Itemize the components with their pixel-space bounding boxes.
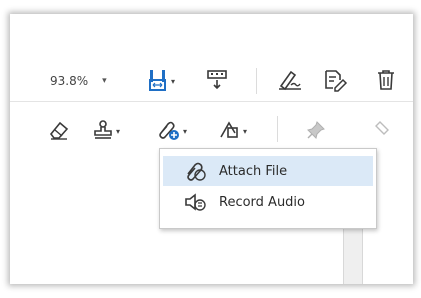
chevron-down-icon: ▾ — [171, 76, 176, 86]
chevron-down-icon: ▾ — [102, 76, 107, 86]
page-layout-button[interactable]: ▾ — [147, 66, 175, 94]
pin-button[interactable] — [305, 116, 327, 144]
pushpin-icon — [307, 121, 325, 139]
paperclip-icon — [183, 160, 213, 182]
app-window: 93.8% ▾ ▾ ▾ ▾ ▾ Attach File Record Audio — [10, 14, 413, 284]
toolbar-row-divider — [10, 101, 413, 102]
pen-sign-icon — [279, 70, 301, 91]
chevron-down-icon: ▾ — [116, 126, 121, 136]
attach-button[interactable]: ▾ — [155, 116, 187, 144]
speaker-icon — [183, 191, 213, 213]
zoom-value: 93.8% — [50, 74, 89, 88]
delete-button[interactable] — [375, 66, 397, 94]
page-layout-icon — [149, 70, 166, 91]
sign-button[interactable] — [277, 66, 303, 94]
trash-icon — [378, 70, 394, 90]
shapes-icon — [220, 121, 238, 138]
attach-dropdown-menu: Attach File Record Audio — [159, 148, 377, 229]
attach-add-icon — [159, 121, 179, 140]
redact-button[interactable] — [206, 66, 228, 94]
toolbar-divider — [277, 116, 278, 142]
menu-item-attach-file[interactable]: Attach File — [163, 156, 373, 186]
menu-item-record-audio[interactable]: Record Audio — [163, 187, 373, 217]
top-toolbar: 93.8% ▾ ▾ — [10, 61, 413, 101]
eraser-button[interactable] — [48, 116, 70, 144]
menu-item-label: Record Audio — [219, 194, 305, 210]
stamp-icon — [94, 120, 112, 139]
clear-button[interactable] — [372, 116, 392, 144]
toolbar-divider — [256, 68, 257, 94]
eraser-icon — [49, 121, 69, 140]
chevron-down-icon: ▾ — [183, 126, 188, 136]
redact-icon — [207, 70, 227, 90]
menu-item-label: Attach File — [219, 163, 288, 179]
brush-icon — [375, 121, 389, 135]
edit-document-icon — [325, 70, 348, 92]
chevron-down-icon: ▾ — [243, 126, 248, 136]
shape-button[interactable]: ▾ — [217, 116, 247, 144]
edit-pdf-button[interactable] — [322, 66, 348, 94]
stamp-button[interactable]: ▾ — [92, 116, 120, 144]
zoom-select[interactable]: 93.8% ▾ — [50, 69, 128, 93]
comment-toolbar: ▾ ▾ ▾ — [10, 112, 413, 152]
